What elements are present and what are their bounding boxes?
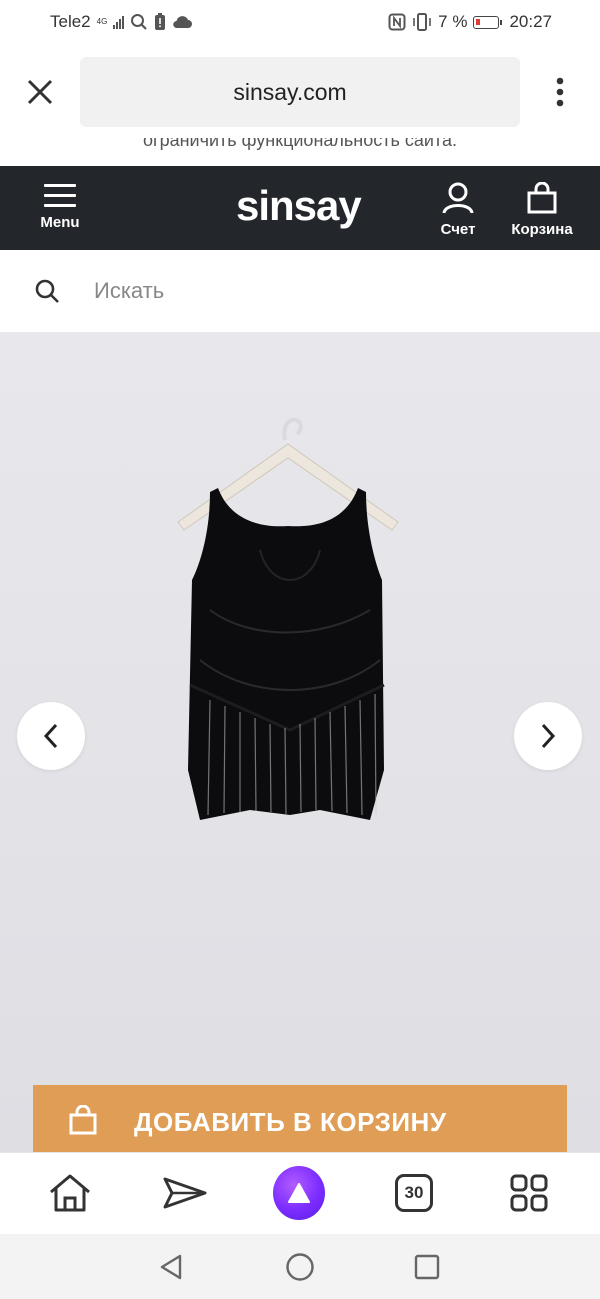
- clock: 20:27: [509, 12, 552, 31]
- back-triangle-icon: [160, 1254, 182, 1280]
- url-text: sinsay.com: [233, 78, 347, 105]
- signal-icon: [113, 15, 125, 29]
- sinsay-logo[interactable]: sinsay: [236, 182, 362, 230]
- previous-image-button[interactable]: [17, 702, 85, 770]
- services-button[interactable]: [503, 1167, 555, 1219]
- alice-assistant-icon: [273, 1166, 325, 1220]
- battery-icon: [473, 15, 503, 29]
- add-to-cart-label: ДОБАВИТЬ В КОРЗИНУ: [134, 1107, 447, 1137]
- chevron-right-icon: [541, 723, 556, 749]
- product-gallery[interactable]: [0, 332, 600, 1152]
- hamburger-icon: [44, 184, 76, 207]
- add-to-cart-button[interactable]: ДОБАВИТЬ В КОРЗИНУ: [33, 1085, 567, 1157]
- system-recents-button[interactable]: [408, 1248, 446, 1286]
- alice-button[interactable]: [273, 1166, 325, 1220]
- cart-label: Корзина: [511, 221, 573, 238]
- product-photo: [177, 417, 399, 820]
- shopping-bag-icon: [69, 1105, 97, 1135]
- more-vertical-icon: [556, 77, 564, 107]
- browser-menu-button[interactable]: [544, 72, 576, 112]
- recents-square-icon: [414, 1254, 440, 1280]
- search-bar: [0, 250, 600, 332]
- next-image-button[interactable]: [514, 702, 582, 770]
- search-notification-icon: [131, 14, 148, 30]
- carrier-name: Tele2: [50, 12, 91, 31]
- browser-bottom-nav: 30: [0, 1152, 600, 1234]
- account-label: Счет: [440, 221, 476, 238]
- network-type: 4G: [96, 17, 108, 26]
- cloud-icon: [173, 16, 193, 29]
- system-home-button[interactable]: [281, 1248, 319, 1286]
- menu-label: Menu: [40, 214, 80, 231]
- status-right: 7 % 20:27: [388, 12, 552, 32]
- nfc-icon: [388, 13, 406, 31]
- shopping-bag-icon: [527, 181, 557, 214]
- services-grid-icon: [510, 1174, 548, 1212]
- battery-alert-icon: [155, 13, 166, 30]
- system-back-button[interactable]: [152, 1248, 190, 1286]
- search-input[interactable]: [94, 270, 554, 312]
- home-icon: [50, 1174, 90, 1212]
- chevron-left-icon: [43, 723, 58, 749]
- status-left: Tele2 4G: [50, 12, 193, 32]
- share-button[interactable]: [159, 1167, 211, 1219]
- screen: Tele2 4G 7 % 20:27 sinsay.com ограничить…: [0, 0, 600, 1299]
- site-header: Menu sinsay Счет Корзина: [0, 166, 600, 250]
- home-button[interactable]: [44, 1167, 96, 1219]
- account-button[interactable]: Счет: [434, 182, 482, 244]
- cookie-notice: ограничить функциональность сайта.: [0, 138, 600, 166]
- status-bar: Tele2 4G 7 % 20:27: [0, 0, 600, 46]
- close-icon: [27, 79, 53, 105]
- menu-button[interactable]: Menu: [32, 184, 88, 242]
- notice-text: ограничить функциональность сайта.: [143, 138, 457, 150]
- tabs-counter: 30: [395, 1174, 433, 1212]
- user-icon: [442, 182, 474, 214]
- search-icon[interactable]: [34, 278, 60, 304]
- browser-toolbar: sinsay.com: [0, 46, 600, 138]
- close-tab-button[interactable]: [20, 72, 60, 112]
- battery-percent: 7 %: [438, 12, 468, 31]
- address-bar[interactable]: sinsay.com: [80, 57, 520, 127]
- system-navigation-bar: [0, 1234, 600, 1299]
- send-icon: [163, 1177, 207, 1209]
- home-circle-icon: [286, 1253, 314, 1281]
- cart-button[interactable]: Корзина: [502, 181, 582, 244]
- vibrate-icon: [413, 13, 431, 31]
- tabs-button[interactable]: 30: [388, 1167, 440, 1219]
